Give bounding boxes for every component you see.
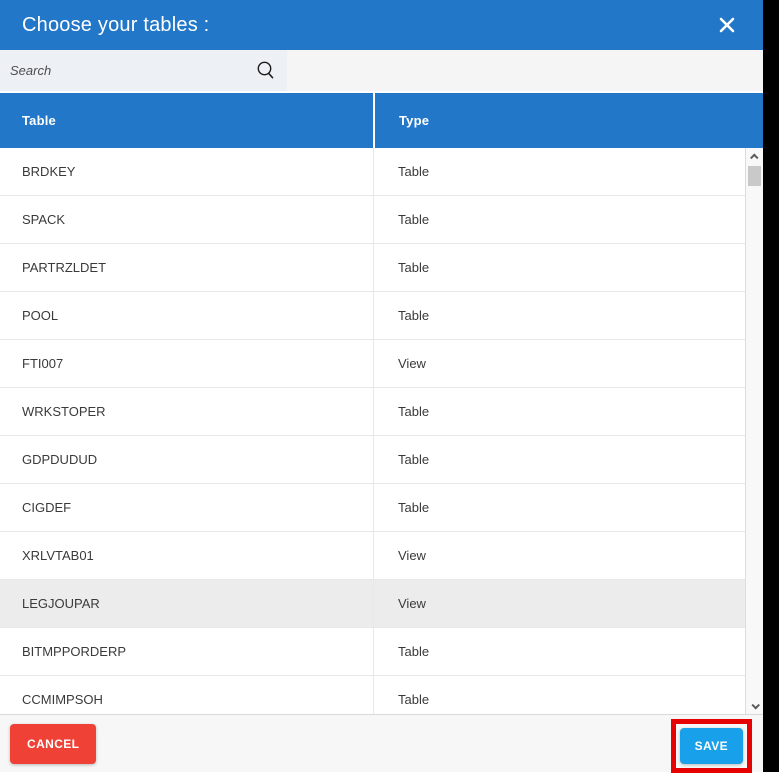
table-name-cell: PARTRZLDET <box>0 244 373 291</box>
table-type-cell: Table <box>373 628 745 675</box>
table-type-cell: Table <box>373 388 745 435</box>
close-icon <box>718 16 736 34</box>
table-row[interactable]: FTI007 View <box>0 340 745 388</box>
close-button[interactable] <box>713 11 741 39</box>
dialog-footer: CANCEL SAVE <box>0 714 763 772</box>
scrollbar-up-button[interactable] <box>746 148 763 165</box>
table-name-cell: GDPDUDUD <box>0 436 373 483</box>
table-name-cell: LEGJOUPAR <box>0 580 373 627</box>
save-highlight-annotation: SAVE <box>671 719 752 773</box>
search-input[interactable] <box>10 63 253 78</box>
table-row[interactable]: CIGDEF Table <box>0 484 745 532</box>
table-type-cell: View <box>373 580 745 627</box>
table-type-cell: View <box>373 340 745 387</box>
scrollbar-thumb[interactable] <box>748 166 761 186</box>
grid-header: Table Type <box>0 93 763 148</box>
save-button[interactable]: SAVE <box>680 728 743 764</box>
table-type-cell: Table <box>373 148 745 195</box>
table-row[interactable]: LEGJOUPAR View <box>0 580 745 628</box>
column-header-type[interactable]: Type <box>373 93 763 148</box>
table-name-cell: FTI007 <box>0 340 373 387</box>
table-name-cell: BRDKEY <box>0 148 373 195</box>
search-icon[interactable] <box>253 58 279 84</box>
table-row[interactable]: BRDKEY Table <box>0 148 745 196</box>
table-type-cell: Table <box>373 484 745 531</box>
search-row <box>0 50 763 93</box>
table-row[interactable]: WRKSTOPER Table <box>0 388 745 436</box>
right-black-strip <box>763 0 779 772</box>
table-type-cell: Table <box>373 292 745 339</box>
table-type-cell: View <box>373 532 745 579</box>
table-row[interactable]: BITMPPORDERP Table <box>0 628 745 676</box>
table-row[interactable]: SPACK Table <box>0 196 745 244</box>
scrollbar-down-button[interactable] <box>746 697 763 714</box>
table-type-cell: Table <box>373 676 745 714</box>
table-row[interactable]: CCMIMPSOH Table <box>0 676 745 714</box>
table-row[interactable]: PARTRZLDET Table <box>0 244 745 292</box>
table-name-cell: WRKSTOPER <box>0 388 373 435</box>
table-row[interactable]: POOL Table <box>0 292 745 340</box>
vertical-scrollbar[interactable] <box>746 148 763 714</box>
table-name-cell: CCMIMPSOH <box>0 676 373 714</box>
search-box[interactable] <box>0 50 287 91</box>
column-header-table[interactable]: Table <box>0 93 373 148</box>
chevron-down-icon <box>751 701 759 709</box>
table-name-cell: SPACK <box>0 196 373 243</box>
table-name-cell: BITMPPORDERP <box>0 628 373 675</box>
table-name-cell: CIGDEF <box>0 484 373 531</box>
search-row-filler <box>287 50 763 91</box>
table-name-cell: POOL <box>0 292 373 339</box>
dialog-title: Choose your tables : <box>22 14 209 37</box>
table-type-cell: Table <box>373 244 745 291</box>
cancel-button[interactable]: CANCEL <box>10 724 96 764</box>
choose-tables-dialog: Choose your tables : Table Type <box>0 0 763 772</box>
table-rows-container: BRDKEY Table SPACK Table PARTRZLDET Tabl… <box>0 148 746 714</box>
table-row[interactable]: GDPDUDUD Table <box>0 436 745 484</box>
dialog-header: Choose your tables : <box>0 0 763 50</box>
table-type-cell: Table <box>373 436 745 483</box>
table-row[interactable]: XRLVTAB01 View <box>0 532 745 580</box>
chevron-up-icon <box>750 153 758 161</box>
table-type-cell: Table <box>373 196 745 243</box>
table-name-cell: XRLVTAB01 <box>0 532 373 579</box>
grid-body: BRDKEY Table SPACK Table PARTRZLDET Tabl… <box>0 148 763 714</box>
